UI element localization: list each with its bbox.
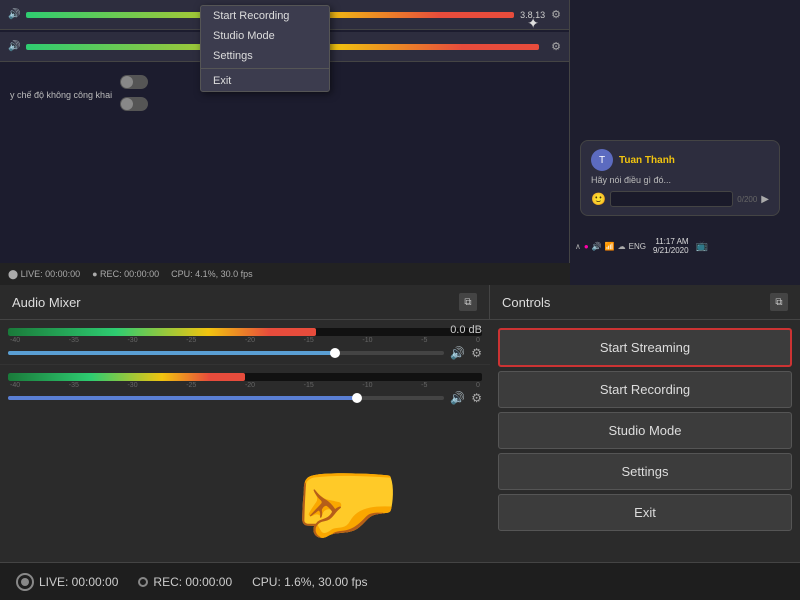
exit-button[interactable]: Exit xyxy=(498,494,792,531)
mini-volume-icon: 🔊 xyxy=(8,9,20,20)
volume-slider-1[interactable] xyxy=(8,351,444,355)
toggle-switch-1[interactable] xyxy=(120,75,148,89)
audio-mixer-title: Audio Mixer xyxy=(12,295,81,310)
controls-panel-btn[interactable]: ⧉ xyxy=(770,293,788,311)
audio-mixer-header: Audio Mixer ⧉ xyxy=(0,285,490,319)
top-right-area: T Tuan Thanh Hãy nói điều gì đó... 🙂 0/2… xyxy=(570,0,800,285)
volume-slider-row-2: 🔊 ⚙ xyxy=(8,391,482,405)
mini-gear-icon: ⚙ xyxy=(551,8,561,21)
audio-mixer-panel-btn[interactable]: ⧉ xyxy=(459,293,477,311)
obs-mini-preview: 🔊 3.8.13 ⚙ 🔊 ⚙ y xyxy=(0,0,570,285)
rec-status-item: REC: 00:00:00 xyxy=(138,575,232,589)
vu-scale-labels-1: -40 -35 -30 -25 -20 -15 -10 -5 0 xyxy=(8,337,482,344)
volume-slider-row-1: 🔊 ⚙ xyxy=(8,346,482,360)
channel-gear-2[interactable]: ⚙ xyxy=(471,391,482,405)
viet-text-1: y chế độ không công khai xyxy=(10,90,112,100)
mini-rec-status: ● REC: 00:00:00 xyxy=(92,269,159,279)
mini-live-status: ⬤ LIVE: 00:00:00 xyxy=(8,269,80,280)
mini-gear-icon-2: ⚙ xyxy=(551,40,561,53)
bottom-panels: Audio Mixer ⧉ Controls ⧉ 0.0 dB xyxy=(0,285,800,600)
tray-icon-3: 📶 xyxy=(605,242,615,251)
mute-icon-1[interactable]: 🔊 xyxy=(450,346,465,360)
tray-lang: ENG xyxy=(629,242,646,251)
live-label: LIVE: 00:00:00 xyxy=(39,575,118,589)
cursor: ✦ xyxy=(527,15,539,32)
vu-meter-1 xyxy=(8,328,482,336)
notification-avatar: T xyxy=(591,149,613,171)
notification-username: Tuan Thanh xyxy=(619,155,675,166)
mini-volume-icon-2: 🔊 xyxy=(8,41,20,52)
start-streaming-button[interactable]: Start Streaming xyxy=(498,328,792,367)
controls-header: Controls ⧉ xyxy=(490,285,800,319)
volume-slider-2[interactable] xyxy=(8,396,444,400)
send-icon[interactable]: ▶ xyxy=(761,194,769,205)
controls-title: Controls xyxy=(502,295,550,310)
panels-header-row: Audio Mixer ⧉ Controls ⧉ xyxy=(0,285,800,320)
studio-mode-button[interactable]: Studio Mode xyxy=(498,412,792,449)
context-menu-exit[interactable]: Exit xyxy=(201,71,329,91)
system-tray-area: ∧ ● 🔊 📶 ☁ ENG 11:17 AM 9/21/2020 📺 xyxy=(575,237,708,255)
controls-panel: Start Streaming Start Recording Studio M… xyxy=(490,320,800,562)
context-menu-settings[interactable]: Settings xyxy=(201,46,329,66)
rec-label: REC: 00:00:00 xyxy=(153,575,232,589)
tray-time: 11:17 AM xyxy=(655,237,688,246)
notification-input-area: 🙂 0/200 ▶ xyxy=(591,191,769,207)
rec-indicator-dot xyxy=(138,577,148,587)
context-menu-start-recording[interactable]: Start Recording xyxy=(201,6,329,26)
live-indicator-icon xyxy=(16,573,34,591)
channel-gear-1[interactable]: ⚙ xyxy=(471,346,482,360)
smiley-icon: 🙂 xyxy=(591,192,606,206)
vu-meter-2 xyxy=(8,373,482,381)
tray-obs-icon: 📺 xyxy=(696,241,708,252)
live-status-item: LIVE: 00:00:00 xyxy=(16,573,118,591)
vu-scale-labels-2: -40 -35 -30 -25 -20 -15 -10 -5 0 xyxy=(8,382,482,389)
cpu-status-item: CPU: 1.6%, 30.00 fps xyxy=(252,575,367,589)
status-bar: LIVE: 00:00:00 REC: 00:00:00 CPU: 1.6%, … xyxy=(0,562,800,600)
toggle-switch-2[interactable] xyxy=(120,97,148,111)
tray-date: 9/21/2020 xyxy=(653,246,689,255)
db-value-label: 0.0 dB xyxy=(450,324,482,336)
notification-text: Hãy nói điều gì đó... xyxy=(591,175,769,185)
audio-channel-1: -40 -35 -30 -25 -20 -15 -10 -5 0 xyxy=(0,320,490,364)
obs-window: 🔊 3.8.13 ⚙ 🔊 ⚙ y xyxy=(0,0,800,600)
notification-header: T Tuan Thanh xyxy=(591,149,769,171)
notification-input[interactable] xyxy=(610,191,733,207)
mute-icon-2[interactable]: 🔊 xyxy=(450,391,465,405)
tray-icon-4: ☁ xyxy=(618,242,626,251)
context-menu-studio-mode[interactable]: Studio Mode xyxy=(201,26,329,46)
top-preview-area: 🔊 3.8.13 ⚙ 🔊 ⚙ y xyxy=(0,0,800,285)
context-menu-divider xyxy=(201,68,329,69)
pointing-hand-emoji: 🤜 xyxy=(290,450,402,555)
mini-status-bar: ⬤ LIVE: 00:00:00 ● REC: 00:00:00 CPU: 4.… xyxy=(0,263,570,285)
audio-channel-2: -40 -35 -30 -25 -20 -15 -10 -5 0 xyxy=(0,364,490,409)
settings-button[interactable]: Settings xyxy=(498,453,792,490)
context-menu: Start Recording Studio Mode Settings Exi… xyxy=(200,5,330,92)
mini-cpu-status: CPU: 4.1%, 30.0 fps xyxy=(171,269,253,279)
cpu-label: CPU: 1.6%, 30.00 fps xyxy=(252,575,367,589)
tray-chevron: ∧ xyxy=(575,242,581,251)
start-recording-button[interactable]: Start Recording xyxy=(498,371,792,408)
tray-icon-1: ● xyxy=(584,242,589,251)
tray-icon-2: 🔊 xyxy=(592,242,602,251)
notification-count: 0/200 xyxy=(737,195,757,204)
audio-mixer-content: 0.0 dB -40 -35 -30 -25 -20 -15 xyxy=(0,320,490,562)
notification-bubble: T Tuan Thanh Hãy nói điều gì đó... 🙂 0/2… xyxy=(580,140,780,216)
